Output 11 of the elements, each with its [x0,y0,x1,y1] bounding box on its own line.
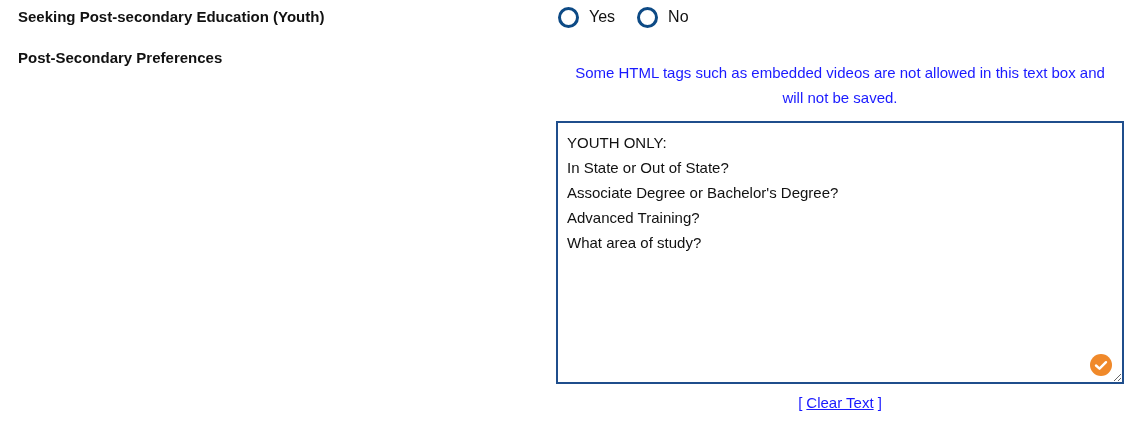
bracket-text: ] [877,393,882,413]
radio-button[interactable] [637,6,659,28]
radio-button[interactable] [558,6,579,28]
bracket-text: [ [798,393,803,413]
field-label: Post-Secondary Preferences [18,49,223,66]
text-area[interactable]: YOUTH ONLY: In State or Out of State? Associate Degree or Bachelor's Degree? Advanced Training? What area of study? [556,121,1124,384]
field-label: Seeking Post-secondary Education (Youth) [18,8,325,25]
radio-label: No [668,7,689,27]
notice-text: Some HTML tags such as embedded videos are not allowed in this text box and will not be saved. [574,63,1106,108]
radio-label: Yes [589,7,616,27]
clear-text-link[interactable]: Clear Text [806,392,874,415]
